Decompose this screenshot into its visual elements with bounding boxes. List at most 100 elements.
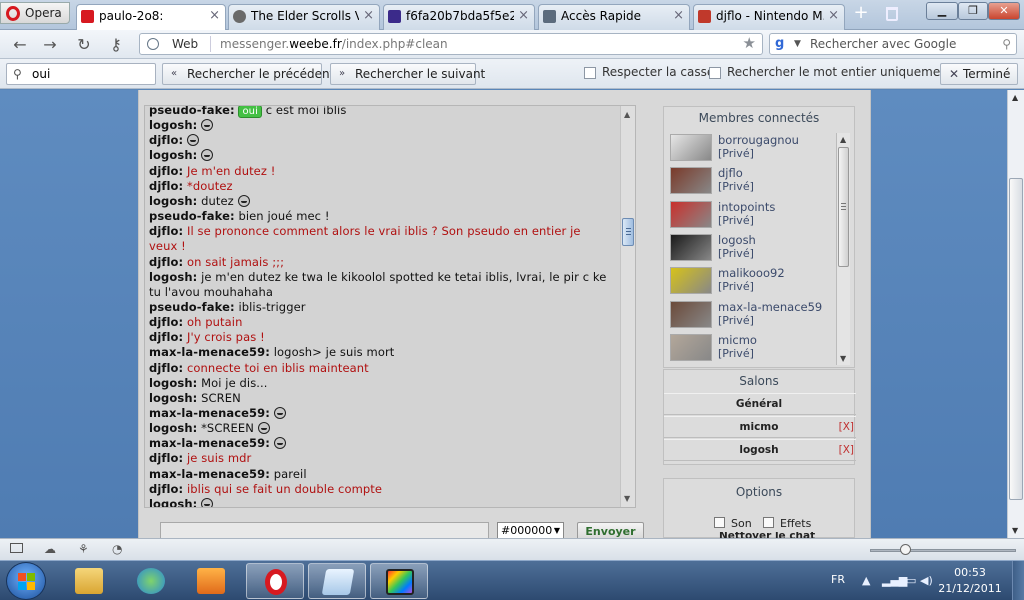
page-scroll-thumb[interactable]	[1009, 178, 1023, 500]
start-button[interactable]	[6, 562, 46, 600]
search-icon[interactable]: ⚲	[1002, 34, 1011, 54]
google-icon[interactable]: g	[775, 37, 784, 51]
members-scrollbar[interactable]: ▲ ▼	[836, 133, 850, 365]
chevron-down-icon[interactable]: ▼	[794, 34, 801, 54]
tab-acces-rapide[interactable]: Accès Rapide ×	[538, 4, 690, 30]
member-item[interactable]: micmo [Privé]	[668, 333, 833, 363]
members-scroll-thumb[interactable]	[838, 147, 849, 267]
message-author[interactable]: logosh:	[149, 270, 197, 284]
message-author[interactable]: djflo:	[149, 133, 183, 147]
address-bar[interactable]: Web messenger.weebe.fr/index.php#clean ★	[139, 33, 763, 55]
avatar[interactable]	[670, 134, 712, 161]
taskbar-media-player[interactable]	[182, 563, 240, 599]
salon-micmo[interactable]: micmo [X]	[664, 416, 856, 438]
message-author[interactable]: djflo:	[149, 164, 183, 178]
member-name[interactable]: logosh	[718, 233, 756, 247]
tab-image[interactable]: f6fa20b7bda5f5e23... ×	[383, 4, 535, 30]
member-item[interactable]: malikooo92 [Privé]	[668, 266, 833, 296]
private-message-link[interactable]: [Privé]	[718, 214, 754, 227]
panel-toggle-icon[interactable]	[10, 543, 23, 553]
message-author[interactable]: djflo:	[149, 361, 183, 375]
taskbar-paint[interactable]	[370, 563, 428, 599]
opera-menu-button[interactable]: Opera	[0, 2, 70, 24]
member-name[interactable]: djflo	[718, 166, 743, 180]
private-message-link[interactable]: [Privé]	[718, 314, 754, 327]
page-scrollbar[interactable]: ▲ ▼	[1007, 90, 1024, 538]
match-case-checkbox[interactable]	[584, 67, 596, 79]
minimize-button[interactable]: ▁	[926, 2, 958, 20]
message-author[interactable]: max-la-menace59:	[149, 467, 270, 481]
key-icon[interactable]: ⚷	[106, 35, 126, 54]
tab-paulo[interactable]: paulo-2o8: ×	[76, 4, 226, 31]
share-icon[interactable]: ⚘	[78, 543, 92, 555]
tab-close-icon[interactable]: ×	[518, 5, 529, 27]
language-indicator[interactable]: FR	[831, 573, 845, 586]
tab-close-icon[interactable]: ×	[673, 5, 684, 27]
member-item[interactable]: djflo [Privé]	[668, 166, 833, 196]
trash-icon[interactable]	[886, 7, 898, 21]
scroll-down-icon[interactable]: ▼	[1012, 526, 1018, 535]
scroll-up-icon[interactable]: ▲	[624, 110, 630, 119]
member-item[interactable]: intopoints [Privé]	[668, 200, 833, 230]
member-item[interactable]: max-la-menace59 [Privé]	[668, 300, 833, 330]
avatar[interactable]	[670, 333, 712, 361]
message-author[interactable]: logosh:	[149, 391, 197, 405]
avatar[interactable]	[670, 233, 712, 261]
message-author[interactable]: logosh:	[149, 148, 197, 162]
zoom-slider-track[interactable]	[870, 549, 1016, 552]
address-url[interactable]: messenger.weebe.fr/index.php#clean	[220, 34, 448, 54]
avatar[interactable]	[670, 200, 712, 228]
find-previous-button[interactable]: « Rechercher le précédent	[162, 63, 334, 85]
back-icon[interactable]: ←	[10, 35, 30, 54]
whole-word-checkbox[interactable]	[709, 67, 721, 79]
scroll-up-icon[interactable]: ▲	[1012, 93, 1018, 102]
clock[interactable]: 00:53 21/12/2011	[932, 565, 1008, 597]
new-tab-icon[interactable]: +	[853, 4, 869, 22]
message-author[interactable]: logosh:	[149, 497, 197, 507]
maximize-button[interactable]: ❐	[958, 2, 988, 20]
message-author[interactable]: pseudo-fake:	[149, 106, 235, 117]
private-message-link[interactable]: [Privé]	[718, 247, 754, 260]
close-salon-button[interactable]: [X]	[839, 440, 854, 460]
avatar[interactable]	[670, 300, 712, 328]
member-name[interactable]: malikooo92	[718, 266, 785, 280]
find-input[interactable]: ⚲ oui	[6, 63, 156, 85]
forward-icon[interactable]: →	[40, 35, 60, 54]
message-author[interactable]: max-la-menace59:	[149, 345, 270, 359]
taskbar-opera[interactable]	[246, 563, 304, 599]
tray-expand-icon[interactable]: ▲	[862, 574, 870, 587]
member-name[interactable]: max-la-menace59	[718, 300, 822, 314]
zoom-slider-thumb[interactable]	[900, 544, 911, 555]
message-author[interactable]: djflo:	[149, 179, 183, 193]
close-salon-button[interactable]: [X]	[839, 417, 854, 437]
cloud-icon[interactable]: ☁	[44, 543, 58, 555]
message-author[interactable]: pseudo-fake:	[149, 300, 235, 314]
private-message-link[interactable]: [Privé]	[718, 280, 754, 293]
message-author[interactable]: djflo:	[149, 224, 183, 238]
private-message-link[interactable]: [Privé]	[718, 147, 754, 160]
member-name[interactable]: intopoints	[718, 200, 775, 214]
member-name[interactable]: borrougagnou	[718, 133, 799, 147]
sound-checkbox[interactable]	[714, 517, 725, 528]
chat-scroll-thumb[interactable]	[622, 218, 634, 246]
find-done-button[interactable]: ✕ Terminé	[940, 63, 1018, 85]
message-author[interactable]: max-la-menace59:	[149, 406, 270, 420]
avatar[interactable]	[670, 167, 712, 195]
reload-icon[interactable]: ↻	[74, 35, 94, 54]
bookmark-star-icon[interactable]: ★	[743, 33, 756, 53]
message-author[interactable]: djflo:	[149, 482, 183, 496]
tab-close-icon[interactable]: ×	[828, 5, 839, 27]
show-desktop-button[interactable]	[1012, 561, 1024, 600]
speed-icon[interactable]: ◔	[112, 543, 126, 555]
message-author[interactable]: logosh:	[149, 421, 197, 435]
private-message-link[interactable]: [Privé]	[718, 347, 754, 360]
find-next-button[interactable]: » Rechercher le suivant	[330, 63, 485, 85]
message-author[interactable]: logosh:	[149, 376, 197, 390]
scroll-up-icon[interactable]: ▲	[840, 135, 846, 144]
salon-logosh[interactable]: logosh [X]	[664, 439, 856, 461]
message-author[interactable]: pseudo-fake:	[149, 209, 235, 223]
message-author[interactable]: logosh:	[149, 194, 197, 208]
message-author[interactable]: djflo:	[149, 315, 183, 329]
power-icon[interactable]: ▭	[906, 574, 916, 587]
taskbar-explorer[interactable]	[60, 563, 118, 599]
